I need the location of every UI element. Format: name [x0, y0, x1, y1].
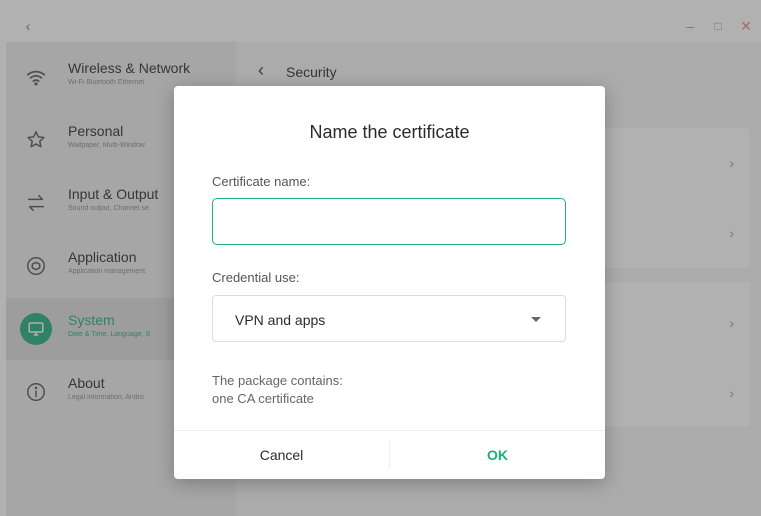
package-info-line1: The package contains:	[212, 373, 343, 388]
credential-use-label: Credential use:	[212, 270, 300, 285]
certificate-name-input[interactable]	[212, 198, 566, 245]
ok-button[interactable]: OK	[390, 431, 605, 479]
certificate-name-label: Certificate name:	[212, 174, 311, 189]
name-certificate-dialog: Name the certificate Certificate name: C…	[174, 86, 605, 479]
package-info-line2: one CA certificate	[212, 391, 314, 406]
credential-use-value: VPN and apps	[235, 312, 326, 328]
credential-use-select[interactable]: VPN and apps	[212, 295, 566, 342]
cancel-button[interactable]: Cancel	[174, 431, 389, 479]
dialog-title: Name the certificate	[309, 122, 470, 142]
caret-down-icon	[531, 317, 541, 322]
